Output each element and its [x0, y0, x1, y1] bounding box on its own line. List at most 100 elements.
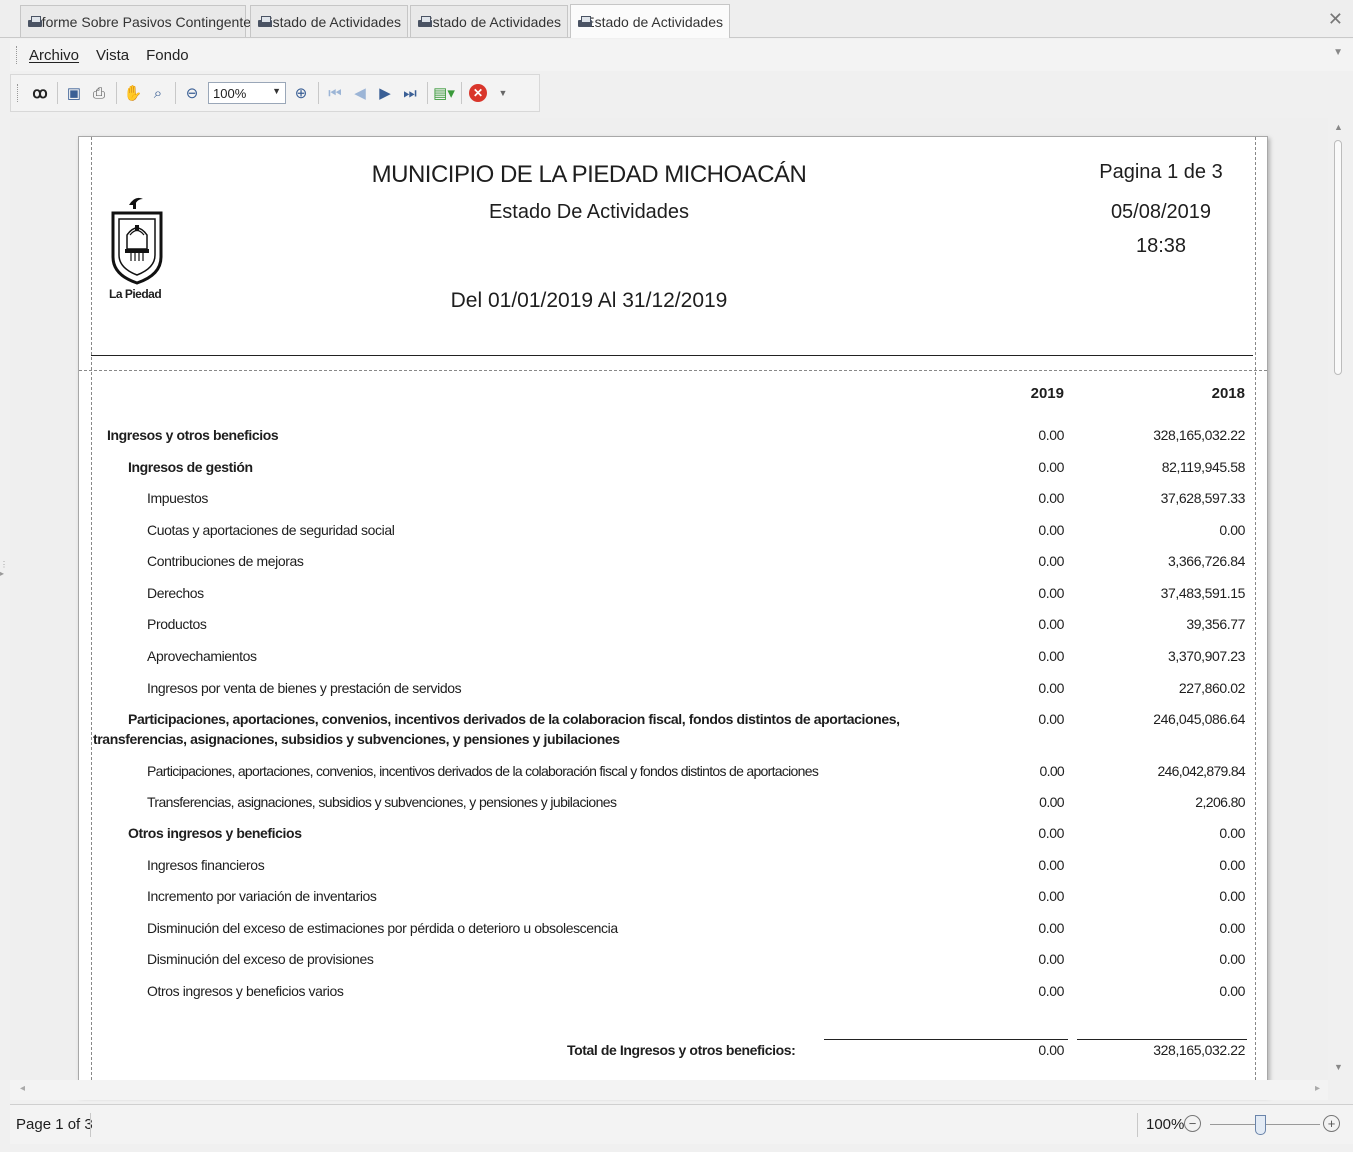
- row-value-2019: 0.00: [1038, 522, 1064, 538]
- total-value-2019: 0.00: [1038, 1042, 1064, 1058]
- header-rule: [91, 355, 1253, 356]
- row-value-2018: 246,045,086.64: [1153, 711, 1245, 727]
- report-page: La Piedad MUNICIPIO DE LA PIEDAD MICHOAC…: [78, 136, 1268, 1096]
- row-value-2019: 0.00: [1038, 616, 1064, 632]
- tab-label: Informe Sobre Pasivos Contingentes: [30, 13, 259, 30]
- zoom-value: 100%: [213, 85, 247, 101]
- report-title: MUNICIPIO DE LA PIEDAD MICHOACÁN: [371, 161, 807, 188]
- report-date: 05/08/2019: [1110, 201, 1212, 223]
- row-label-line1: Participaciones, aportaciones, convenios…: [128, 711, 900, 727]
- toolbar-separator: [116, 82, 117, 104]
- row-value-2019: 0.00: [1038, 951, 1064, 967]
- row-value-2018: 37,483,591.15: [1160, 585, 1246, 601]
- row-value-2018: 39,356.77: [1186, 616, 1245, 632]
- row-label: Incremento por variación de inventarios: [147, 888, 377, 904]
- scroll-left-icon[interactable]: ◂: [20, 1083, 25, 1094]
- zoom-in-icon[interactable]: ⊕: [289, 81, 313, 105]
- row-label: Productos: [147, 616, 207, 632]
- report-subtitle: Estado De Actividades: [488, 201, 690, 223]
- zoom-select[interactable]: 100% ▼: [208, 82, 286, 104]
- toolbar-grip[interactable]: [17, 84, 20, 102]
- total-label: Total de Ingresos y otros beneficios:: [567, 1042, 796, 1058]
- row-value-2019: 0.00: [1038, 857, 1064, 873]
- toolbar-separator: [175, 82, 176, 104]
- row-value-2019: 0.00: [1038, 888, 1064, 904]
- tab-estado-actividades-3[interactable]: Estado de Actividades: [570, 4, 730, 38]
- row-value-2018: 0.00: [1219, 888, 1245, 904]
- row-label: Cuotas y aportaciones de seguridad socia…: [147, 522, 395, 538]
- row-label: Derechos: [147, 585, 204, 601]
- row-label: Impuestos: [147, 490, 208, 506]
- tab-estado-actividades-2[interactable]: Estado de Actividades: [410, 5, 568, 37]
- row-value-2018: 0.00: [1219, 983, 1245, 999]
- next-page-icon[interactable]: ▶: [373, 81, 397, 105]
- toolbar-separator: [427, 82, 428, 104]
- row-label: Participaciones, aportaciones, convenios…: [147, 763, 819, 779]
- first-page-icon[interactable]: ⏮: [323, 81, 347, 105]
- report-time: 18:38: [1135, 235, 1187, 257]
- find-icon[interactable]: ꝏ: [28, 81, 52, 105]
- zoom-slider-thumb[interactable]: [1255, 1115, 1266, 1135]
- status-bar: Page 1 of 3 100% − +: [10, 1104, 1353, 1144]
- status-separator: [90, 1113, 91, 1137]
- menu-fondo[interactable]: Fondo: [146, 47, 189, 64]
- scrollbar-thumb[interactable]: [1334, 140, 1342, 375]
- printer-icon: [257, 15, 274, 29]
- row-value-2018: 0.00: [1219, 920, 1245, 936]
- margin-guide: [1255, 137, 1256, 1095]
- hand-tool-icon[interactable]: ✋: [121, 81, 145, 105]
- row-value-2018: 0.00: [1219, 857, 1245, 873]
- row-value-2018: 246,042,879.84: [1157, 763, 1245, 779]
- row-label: Ingresos de gestión: [128, 459, 253, 475]
- toolbar-separator: [57, 82, 58, 104]
- scroll-down-icon[interactable]: ▼: [1334, 1062, 1343, 1072]
- row-value-2019: 0.00: [1039, 763, 1065, 779]
- status-separator: [1137, 1113, 1138, 1137]
- magnifier-icon[interactable]: ⌕: [146, 81, 170, 105]
- page-indicator: Page 1 of 3: [16, 1116, 93, 1133]
- splitter-grip[interactable]: ⋮ ▸: [0, 560, 10, 610]
- tab-label: Estado de Actividades: [585, 13, 723, 30]
- row-value-2019: 0.00: [1038, 920, 1064, 936]
- menu-overflow-icon[interactable]: ▼: [1333, 47, 1343, 58]
- zoom-out-icon[interactable]: −: [1184, 1115, 1201, 1132]
- previous-page-icon[interactable]: ◀: [348, 81, 372, 105]
- scroll-up-icon[interactable]: ▲: [1334, 122, 1343, 132]
- row-label: Disminución del exceso de provisiones: [147, 951, 374, 967]
- document-tab-bar: Informe Sobre Pasivos Contingentes Estad…: [0, 0, 1353, 38]
- report-period: Del 01/01/2019 Al 31/12/2019: [450, 289, 728, 312]
- export-icon[interactable]: ▤▾: [432, 81, 456, 105]
- menu-archivo[interactable]: Archivo: [29, 47, 79, 64]
- toolbar-grip[interactable]: [16, 46, 19, 64]
- row-value-2019: 0.00: [1038, 490, 1064, 506]
- tab-informe-pasivos[interactable]: Informe Sobre Pasivos Contingentes: [20, 5, 258, 37]
- last-page-icon[interactable]: ⏭: [398, 81, 422, 105]
- scroll-right-icon[interactable]: ▸: [1315, 1083, 1320, 1094]
- row-value-2019: 0.00: [1038, 648, 1064, 664]
- horizontal-scrollbar[interactable]: ◂ ▸: [10, 1080, 1328, 1100]
- row-value-2019: 0.00: [1038, 553, 1064, 569]
- row-value-2018: 0.00: [1219, 951, 1245, 967]
- zoom-out-icon[interactable]: ⊖: [180, 81, 204, 105]
- close-icon[interactable]: ✕: [1328, 9, 1343, 30]
- row-label: Ingresos financieros: [147, 857, 265, 873]
- row-label: Contribuciones de mejoras: [147, 553, 304, 569]
- menu-bar: Archivo Vista Fondo ▼: [10, 39, 1353, 71]
- row-value-2019: 0.00: [1039, 794, 1064, 810]
- toolbar-overflow-icon[interactable]: ▼: [491, 81, 515, 105]
- printer-icon: [577, 15, 593, 29]
- row-label: Otros ingresos y beneficios: [128, 825, 302, 841]
- row-value-2018: 82,119,945.58: [1161, 459, 1246, 475]
- printer-icon: [417, 15, 434, 29]
- zoom-in-icon[interactable]: +: [1323, 1115, 1340, 1132]
- toolbar-separator: [461, 82, 462, 104]
- toolbar-separator: [318, 82, 319, 104]
- page-info: Pagina 1 de 3: [1099, 161, 1223, 183]
- menu-vista[interactable]: Vista: [96, 47, 129, 64]
- print-icon[interactable]: ⎙: [87, 81, 111, 105]
- tab-estado-actividades-1[interactable]: Estado de Actividades: [250, 5, 408, 37]
- close-preview-icon[interactable]: ✕: [466, 81, 490, 105]
- vertical-scrollbar[interactable]: ▲ ▼: [1331, 118, 1347, 1080]
- margin-guide: [91, 137, 92, 1095]
- page-setup-icon[interactable]: ▣: [62, 81, 86, 105]
